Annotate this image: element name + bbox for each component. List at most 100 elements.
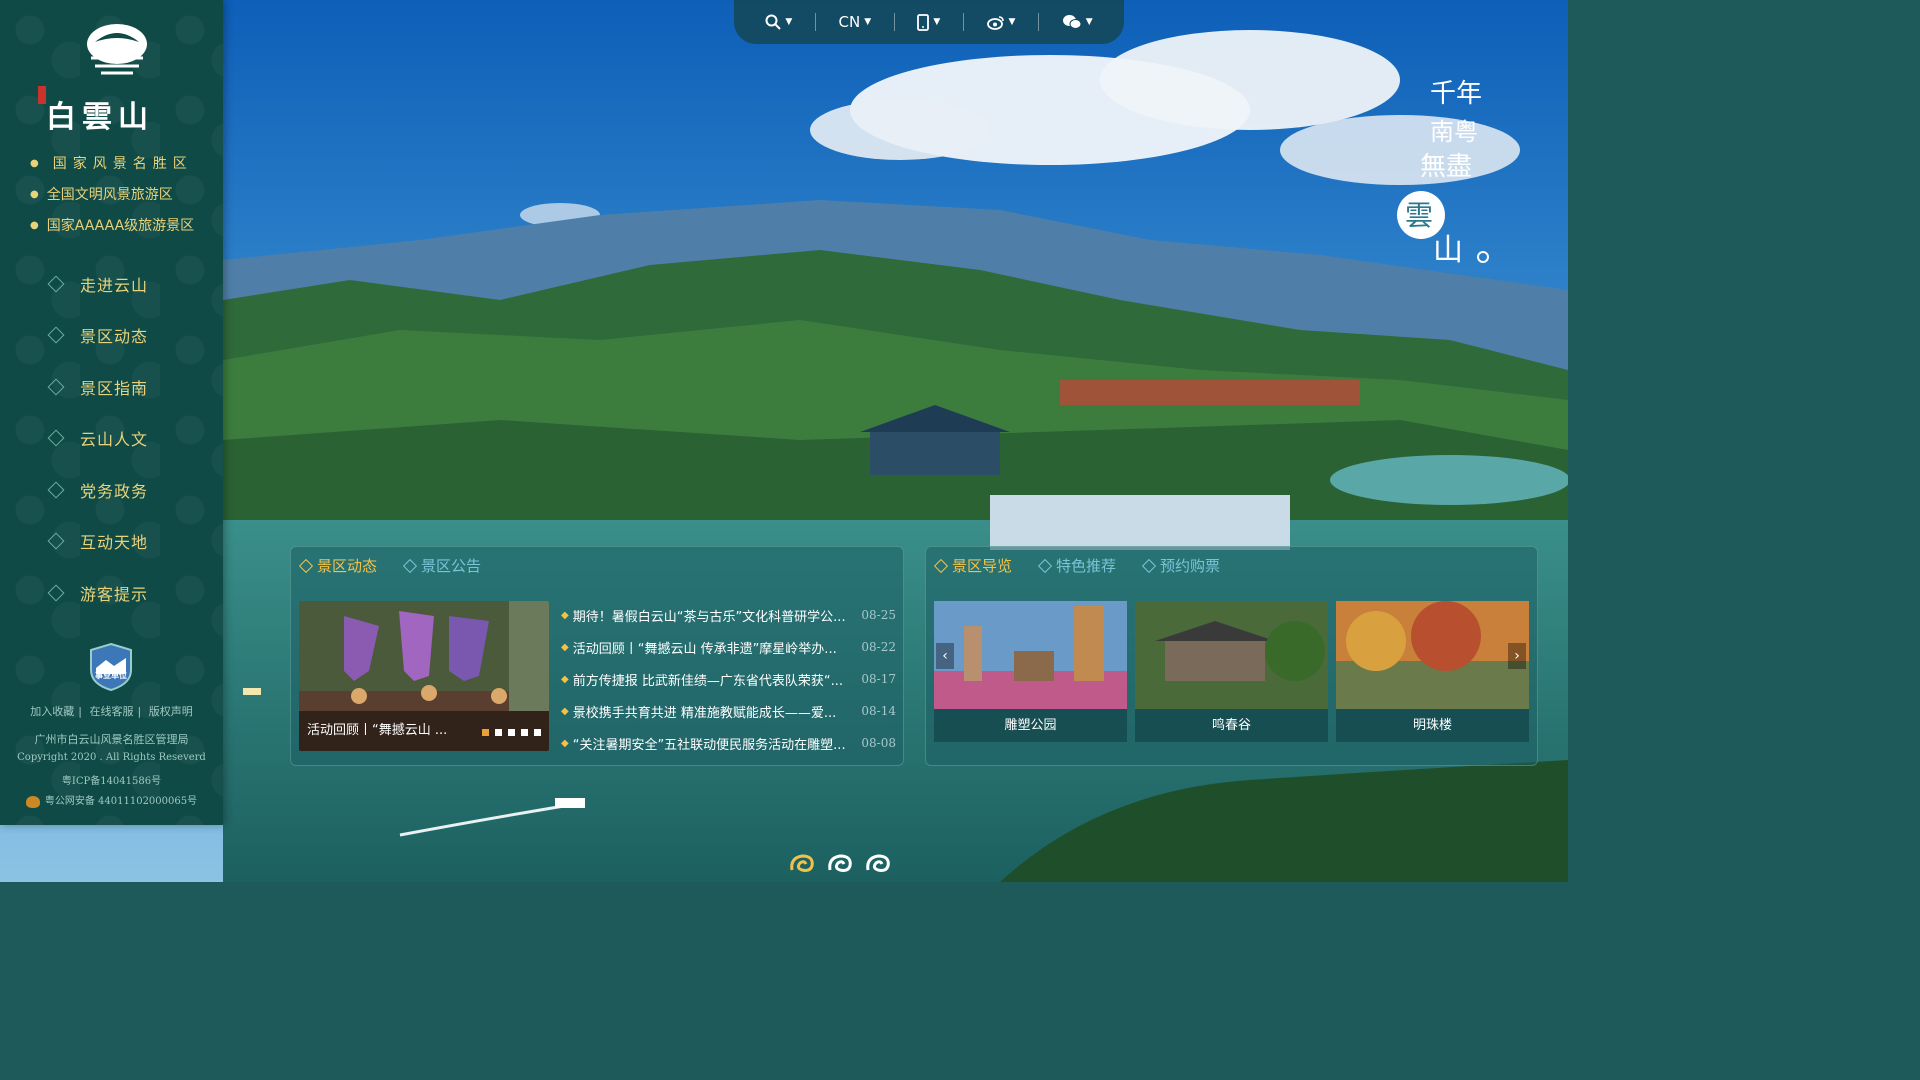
carousel-dot[interactable] xyxy=(534,729,541,736)
bookmark-link[interactable]: 加入收藏 xyxy=(30,705,74,718)
tab-label: 景区导览 xyxy=(952,557,1013,575)
calligraphy-line-1: 千年 xyxy=(1430,79,1482,109)
diamond-icon xyxy=(47,378,65,396)
news-item[interactable]: ◆ 活动回顾丨“舞撼云山 传承非遗”摩星岭举办... 08-22 xyxy=(561,631,896,663)
diamond-icon xyxy=(298,558,314,573)
news-item[interactable]: ◆ 景校携手共育共进 精准施教赋能成长——爱... 08-14 xyxy=(561,695,896,727)
slogan-text: 国家风景名胜区 xyxy=(52,155,193,172)
tab-news[interactable]: 景区动态 xyxy=(298,555,378,576)
scenic-card[interactable]: 雕塑公园 xyxy=(934,601,1127,742)
search-button[interactable]: ▼ xyxy=(765,14,792,30)
scenic-photo xyxy=(1336,601,1529,709)
wechat-button[interactable]: ▼ xyxy=(1062,14,1093,30)
news-date: 08-17 xyxy=(861,672,896,686)
scenic-cards: 雕塑公园 鸣春谷 明珠楼 xyxy=(934,601,1529,742)
calligraphy-line-2: 南粤 xyxy=(1430,118,1478,146)
diamond-icon xyxy=(47,584,65,602)
nav-item-guide[interactable]: 景区指南 xyxy=(0,361,223,413)
slogan-item: ● 国家AAAAA级旅游景区 xyxy=(30,210,210,241)
news-date: 08-25 xyxy=(861,608,896,622)
news-title: 景校携手共育共进 精准施教赋能成长——爱... xyxy=(572,705,837,721)
tab-label: 特色推荐 xyxy=(1056,557,1117,575)
wechat-icon xyxy=(1062,15,1082,29)
scenic-label: 雕塑公园 xyxy=(1004,718,1057,733)
scenic-card[interactable]: 明珠楼 xyxy=(1336,601,1529,742)
carousel-dot[interactable] xyxy=(495,729,502,736)
diamond-icon xyxy=(402,558,418,573)
calligraphy-slogan: 千年 南粤 無盡 雲 山 xyxy=(1397,79,1489,268)
footer-icp[interactable]: 粤ICP备14041586号 xyxy=(0,772,223,787)
online-service-link[interactable]: 在线客服 xyxy=(90,705,134,718)
chevron-down-icon: ▼ xyxy=(933,17,941,27)
bullet-icon: ● xyxy=(30,219,39,231)
mobile-button[interactable]: ▼ xyxy=(917,13,941,31)
public-institution-badge[interactable]: 事业单位 xyxy=(88,642,134,692)
nav-item-news[interactable]: 景区动态 xyxy=(0,310,223,362)
news-tabs: 景区动态 景区公告 xyxy=(298,555,482,576)
footer-police[interactable]: 粤公网安备 44011102000065号 xyxy=(45,796,197,807)
divider xyxy=(1038,13,1040,31)
diamond-icon xyxy=(933,558,949,573)
divider xyxy=(893,13,895,31)
language-label: CN xyxy=(838,13,861,31)
slogan-text: 全国文明风景旅游区 xyxy=(46,186,173,203)
nav-item-tips[interactable]: 游客提示 xyxy=(0,567,223,619)
divider xyxy=(962,13,964,31)
slogan-item: ● 全国文明风景旅游区 xyxy=(30,179,210,210)
diamond-icon xyxy=(47,481,65,499)
news-title: 活动回顾丨“舞撼云山 传承非遗”摩星岭举办... xyxy=(572,641,837,657)
tab-notice[interactable]: 景区公告 xyxy=(402,555,482,576)
police-badge-icon xyxy=(25,795,40,808)
tab-guide[interactable]: 景区导览 xyxy=(933,555,1013,576)
nav-item-affairs[interactable]: 党务政务 xyxy=(0,464,223,516)
calligraphy-line-3: 無盡 xyxy=(1420,152,1472,182)
cloud-swirl-icon[interactable] xyxy=(864,852,892,874)
cloud-swirl-icon[interactable] xyxy=(788,852,816,874)
scenic-photo xyxy=(934,601,1127,709)
nav-label: 景区指南 xyxy=(80,378,149,398)
nav-label: 党务政务 xyxy=(80,481,149,501)
nav-item-about[interactable]: 走进云山 xyxy=(0,258,223,310)
next-arrow-button[interactable]: › xyxy=(1508,643,1526,669)
news-title: “关注暑期安全”五社联动便民服务活动在雕塑... xyxy=(572,737,846,753)
calligraphy-line-4: 雲 xyxy=(1405,199,1433,232)
nav-item-interaction[interactable]: 互动天地 xyxy=(0,516,223,568)
cloud-swirl-icon[interactable] xyxy=(826,852,854,874)
tab-label: 景区动态 xyxy=(317,557,378,575)
news-item[interactable]: ◆ “关注暑期安全”五社联动便民服务活动在雕塑... 08-08 xyxy=(561,727,896,759)
scenic-label: 鸣春谷 xyxy=(1211,718,1251,733)
shield-icon xyxy=(90,642,132,692)
nav-label: 走进云山 xyxy=(80,275,149,295)
page-indicators xyxy=(788,852,892,874)
chevron-down-icon: ▼ xyxy=(1085,17,1093,27)
news-date: 08-14 xyxy=(861,704,896,718)
nav-item-culture[interactable]: 云山人文 xyxy=(0,413,223,465)
bullet-icon: ◆ xyxy=(561,705,569,717)
bullet-icon: ◆ xyxy=(561,673,569,685)
bullet-icon: ◆ xyxy=(561,609,569,621)
prev-arrow-button[interactable]: ‹ xyxy=(936,643,954,669)
news-carousel[interactable]: 活动回顾丨“舞撼云山 ... xyxy=(299,601,549,751)
footer-org: 广州市白云山风景名胜区管理局 xyxy=(34,734,189,746)
carousel-dot[interactable] xyxy=(521,729,528,736)
diamond-icon xyxy=(1037,558,1053,573)
scenic-label: 明珠楼 xyxy=(1412,718,1452,733)
news-item[interactable]: ◆ 期待！暑假白云山“茶与古乐”文化科普研学公... 08-25 xyxy=(561,599,896,631)
scenic-card[interactable]: 鸣春谷 xyxy=(1135,601,1328,742)
tab-featured[interactable]: 特色推荐 xyxy=(1037,555,1117,576)
language-select[interactable]: CN ▼ xyxy=(838,13,871,31)
chevron-down-icon: ▼ xyxy=(1008,17,1016,27)
top-toolbar: ▼ CN ▼ ▼ ▼ ▼ xyxy=(734,0,1124,44)
news-title: 前方传捷报 比武新佳绩—广东省代表队荣获“... xyxy=(572,673,843,689)
carousel-dot[interactable] xyxy=(482,729,489,736)
carousel-dot[interactable] xyxy=(508,729,515,736)
weibo-button[interactable]: ▼ xyxy=(986,15,1016,30)
copyright-link[interactable]: 版权声明 xyxy=(149,705,193,718)
guide-tabs: 景区导览 特色推荐 预约购票 xyxy=(933,555,1221,576)
tab-label: 预约购票 xyxy=(1160,557,1221,575)
tab-tickets[interactable]: 预约购票 xyxy=(1141,555,1221,576)
guide-panel: 景区导览 特色推荐 预约购票 雕塑公园 鸣春谷 明珠楼 ‹ › xyxy=(925,546,1538,766)
scenic-photo xyxy=(1135,601,1328,709)
news-item[interactable]: ◆ 前方传捷报 比武新佳绩—广东省代表队荣获“... 08-17 xyxy=(561,663,896,695)
tab-label: 景区公告 xyxy=(421,557,482,575)
